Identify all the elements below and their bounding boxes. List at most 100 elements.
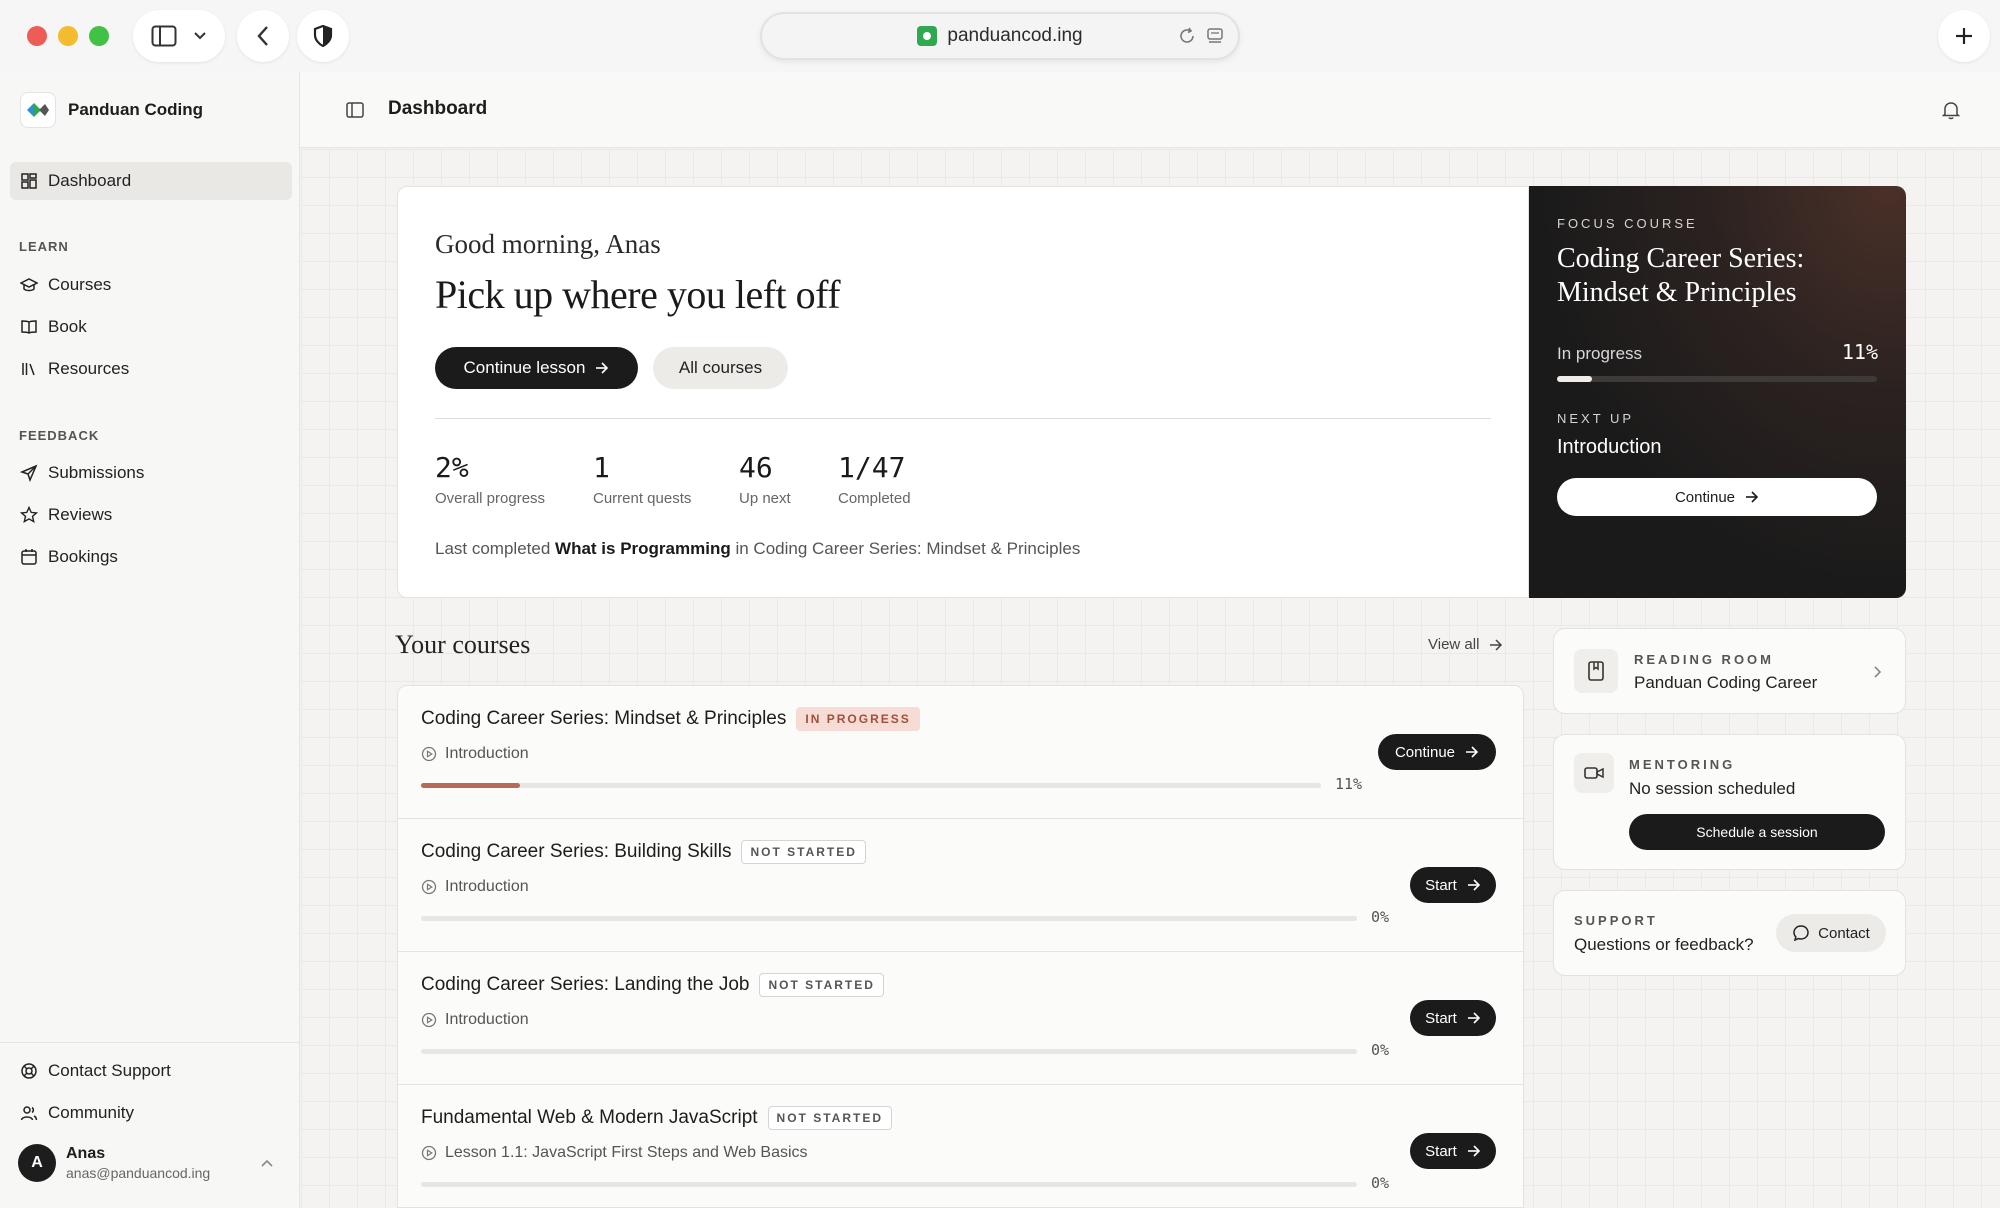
course-title-row: Coding Career Series: Mindset & Principl… xyxy=(421,707,920,731)
reload-icon[interactable] xyxy=(1178,27,1196,45)
sidebar-item-label: Reviews xyxy=(48,505,113,524)
play-circle-icon xyxy=(421,879,437,895)
sidebar-item-label: Courses xyxy=(48,275,112,294)
user-menu[interactable]: A Anas anas@panduancod.ing xyxy=(18,1144,280,1182)
sidebar-item-label: Contact Support xyxy=(48,1061,171,1080)
course-title[interactable]: Fundamental Web & Modern JavaScript xyxy=(421,1107,758,1129)
stat-value: 2% xyxy=(435,451,469,484)
stat-label: Up next xyxy=(739,490,791,507)
course-title[interactable]: Coding Career Series: Building Skills xyxy=(421,841,731,863)
brand[interactable]: Panduan Coding xyxy=(20,92,203,128)
user-name: Anas xyxy=(66,1145,106,1162)
maximize-window-button[interactable] xyxy=(89,26,109,46)
sidebar-item-label: Submissions xyxy=(48,463,145,482)
all-courses-button[interactable]: All courses xyxy=(653,347,788,389)
stat-current-quests: 1 Current quests xyxy=(593,451,691,507)
course-title-row: Coding Career Series: Building Skills NOT… xyxy=(421,840,866,864)
hero-card: Good morning, Anas Pick up where you lef… xyxy=(397,186,1529,598)
status-badge: NOT STARTED xyxy=(741,840,866,864)
sidebar-item-community[interactable]: Community xyxy=(10,1094,292,1132)
focus-progress-label: In progress xyxy=(1557,344,1643,363)
focus-continue-button[interactable]: Continue xyxy=(1557,478,1877,516)
support-eyebrow: SUPPORT xyxy=(1574,913,1658,928)
course-row[interactable]: Coding Career Series: Landing the Job NOT… xyxy=(398,952,1523,1085)
last-completed-course: Coding Career Series: Mindset & Principl… xyxy=(753,539,1081,558)
last-completed: Last completed What is Programming in Co… xyxy=(435,539,1080,559)
sidebar-item-label: Community xyxy=(48,1103,134,1122)
stat-value: 1/47 xyxy=(838,451,906,484)
chevron-right-icon xyxy=(1874,666,1882,678)
sidebar-item-submissions[interactable]: Submissions xyxy=(10,454,292,492)
support-card: SUPPORT Questions or feedback? Contact xyxy=(1553,890,1906,976)
lesson-label: Introduction xyxy=(445,1011,529,1028)
hero-title: Pick up where you left off xyxy=(435,272,841,317)
focus-progress-fill xyxy=(1557,376,1593,382)
sidebar: Panduan Coding Dashboard LEARN Courses B… xyxy=(0,72,300,1208)
focus-course-card: FOCUS COURSE Coding Career Series: Minds… xyxy=(1529,186,1906,598)
reading-room-title: Panduan Coding Career xyxy=(1634,673,1818,692)
reading-room-card[interactable]: READING ROOM Panduan Coding Career xyxy=(1553,628,1906,714)
back-button[interactable] xyxy=(237,10,289,62)
last-completed-lesson[interactable]: What is Programming xyxy=(555,539,731,558)
course-progress-bar xyxy=(421,783,1321,788)
brand-logo-icon xyxy=(20,92,56,128)
course-row[interactable]: Coding Career Series: Building Skills NOT… xyxy=(398,819,1523,952)
stat-value: 1 xyxy=(593,451,610,484)
bell-icon[interactable] xyxy=(1942,100,1960,120)
arrow-right-icon xyxy=(1746,491,1759,503)
course-next-lesson: Introduction xyxy=(421,1011,529,1029)
sidebar-item-bookings[interactable]: Bookings xyxy=(10,538,292,576)
sidebar-item-dashboard[interactable]: Dashboard xyxy=(10,162,292,200)
lesson-label: Introduction xyxy=(445,745,529,762)
reader-mode-icon[interactable] xyxy=(1206,27,1224,45)
course-action-label: Continue xyxy=(1394,743,1456,761)
sidebar-item-reviews[interactable]: Reviews xyxy=(10,496,292,534)
user-email: anas@panduancod.ing xyxy=(66,1165,211,1181)
course-row[interactable]: Fundamental Web & Modern JavaScript NOT S… xyxy=(398,1085,1523,1207)
course-action-button[interactable]: Continue xyxy=(1378,734,1496,770)
sidebar-item-label: Resources xyxy=(48,359,130,378)
arrow-right-icon xyxy=(1490,638,1503,651)
course-next-lesson: Lesson 1.1: JavaScript First Steps and W… xyxy=(421,1144,808,1162)
course-action-button[interactable]: Start xyxy=(1410,867,1496,903)
your-courses-title: Your courses xyxy=(395,630,531,659)
schedule-session-button[interactable]: Schedule a session xyxy=(1629,814,1885,850)
lifebuoy-icon xyxy=(21,1063,37,1079)
course-title[interactable]: Coding Career Series: Landing the Job xyxy=(421,974,749,996)
view-all-link[interactable]: View all xyxy=(1428,636,1503,653)
sidebar-item-contact-support[interactable]: Contact Support xyxy=(10,1052,292,1090)
sidebar-item-label: Bookings xyxy=(48,547,118,566)
lesson-label: Lesson 1.1: JavaScript First Steps and W… xyxy=(445,1144,808,1161)
play-circle-icon xyxy=(421,746,437,762)
new-tab-button[interactable] xyxy=(1938,10,1990,62)
graduation-cap-icon xyxy=(20,278,38,292)
course-action-label: Start xyxy=(1425,1009,1457,1027)
stat-value: 46 xyxy=(739,451,773,484)
shield-icon xyxy=(313,25,333,47)
course-next-lesson: Introduction xyxy=(421,878,529,896)
sidebar-item-book[interactable]: Book xyxy=(10,308,292,346)
address-bar[interactable]: panduancod.ing xyxy=(760,12,1240,60)
course-progress-percent: 0% xyxy=(1371,1041,1390,1059)
minimize-window-button[interactable] xyxy=(58,26,78,46)
sidebar-toggle-group[interactable] xyxy=(133,10,225,62)
greeting: Good morning, Anas xyxy=(435,229,661,259)
sidebar-collapse-icon[interactable] xyxy=(346,102,364,118)
close-window-button[interactable] xyxy=(27,26,47,46)
continue-lesson-button[interactable]: Continue lesson xyxy=(435,347,638,389)
contact-button[interactable]: Contact xyxy=(1776,914,1886,952)
arrow-right-icon xyxy=(1466,746,1479,758)
dashboard-icon xyxy=(21,173,37,189)
course-title-row: Coding Career Series: Landing the Job NOT… xyxy=(421,973,884,997)
course-progress-bar xyxy=(421,916,1357,921)
book-open-icon xyxy=(21,320,37,334)
sidebar-item-courses[interactable]: Courses xyxy=(10,266,292,304)
sidebar-item-resources[interactable]: Resources xyxy=(10,350,292,388)
course-title[interactable]: Coding Career Series: Mindset & Principl… xyxy=(421,708,786,730)
course-action-button[interactable]: Start xyxy=(1410,1133,1496,1169)
course-row[interactable]: Coding Career Series: Mindset & Principl… xyxy=(398,686,1523,819)
focus-continue-label: Continue xyxy=(1674,488,1736,506)
course-action-button[interactable]: Start xyxy=(1410,1000,1496,1036)
privacy-shield-button[interactable] xyxy=(297,10,349,62)
all-courses-label: All courses xyxy=(678,358,763,377)
